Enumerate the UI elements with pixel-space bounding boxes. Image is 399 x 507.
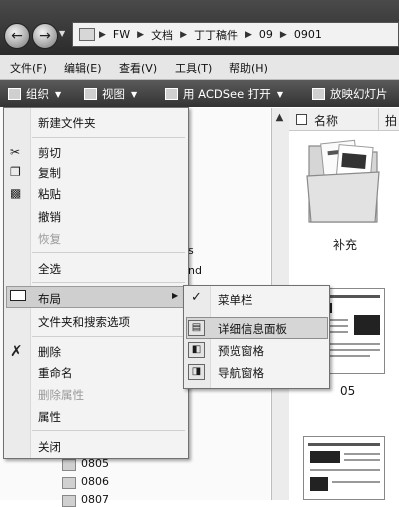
camera-icon bbox=[165, 88, 178, 100]
select-all-checkbox[interactable] bbox=[296, 114, 307, 125]
menu-item-paste[interactable]: 粘贴 bbox=[38, 186, 61, 202]
menu-item-properties[interactable]: 属性 bbox=[38, 409, 61, 425]
organize-button[interactable]: 组织 ▼ bbox=[8, 86, 61, 102]
menu-item-close[interactable]: 关闭 bbox=[38, 439, 61, 455]
details-pane-icon: ▤ bbox=[188, 320, 205, 336]
nav-folder-0806[interactable]: 0806 bbox=[81, 475, 109, 488]
menu-help[interactable]: 帮助(H) bbox=[229, 60, 268, 76]
chevron-right-icon[interactable]: ▶ bbox=[137, 30, 144, 40]
menu-edit[interactable]: 编辑(E) bbox=[64, 60, 102, 76]
column-divider[interactable] bbox=[378, 108, 379, 130]
breadcrumb-09[interactable]: 09 bbox=[259, 28, 273, 41]
folder-icon bbox=[62, 459, 76, 471]
menu-item-select-all[interactable]: 全选 bbox=[38, 261, 61, 277]
menu-item-new-folder[interactable]: 新建文件夹 bbox=[38, 115, 96, 131]
folder-thumbnail-icon[interactable] bbox=[303, 136, 383, 228]
checkmark-icon: ✓ bbox=[191, 290, 202, 305]
menu-tools[interactable]: 工具(T) bbox=[175, 60, 212, 76]
command-toolbar: 组织 ▼ 视图 ▼ 用 ACDSee 打开 ▼ 放映幻灯片 bbox=[0, 80, 399, 107]
menu-item-highlight bbox=[6, 286, 186, 308]
menu-item-delete[interactable]: 删除 bbox=[38, 344, 61, 360]
delete-x-icon: ✗ bbox=[10, 342, 23, 360]
menu-bar: 文件(F) 编辑(E) 查看(V) 工具(T) 帮助(H) bbox=[0, 55, 399, 80]
menu-item-layout[interactable]: 布局 bbox=[38, 291, 61, 307]
menu-icon-gutter bbox=[4, 108, 31, 458]
forward-button[interactable]: → bbox=[32, 23, 58, 49]
menu-separator bbox=[32, 252, 185, 253]
menu-separator bbox=[32, 282, 185, 283]
breadcrumb-fw[interactable]: FW bbox=[113, 28, 130, 41]
thumbnail-label[interactable]: 05 bbox=[340, 384, 355, 398]
breadcrumb-docs[interactable]: 文档 bbox=[151, 27, 173, 43]
menu-item-cut[interactable]: 剪切 bbox=[38, 145, 61, 161]
scissors-icon: ✂ bbox=[10, 145, 21, 159]
folder-label[interactable]: 补充 bbox=[333, 236, 357, 253]
organize-label: 组织 bbox=[26, 87, 49, 101]
chevron-down-icon: ▼ bbox=[276, 89, 283, 99]
open-with-acdsee-button[interactable]: 用 ACDSee 打开 ▼ bbox=[165, 86, 283, 102]
forward-arrow-icon: → bbox=[39, 28, 51, 44]
folder-icon bbox=[62, 495, 76, 507]
paste-icon: ▩ bbox=[10, 186, 22, 200]
image-thumbnail[interactable] bbox=[303, 436, 385, 500]
menu-separator bbox=[32, 336, 185, 337]
submenu-item-menu-bar[interactable]: 菜单栏 bbox=[218, 292, 253, 308]
back-button[interactable]: ← bbox=[4, 23, 30, 49]
slideshow-label: 放映幻灯片 bbox=[330, 87, 388, 101]
scroll-up-arrow-icon[interactable]: ▲ bbox=[271, 112, 288, 123]
submenu-item-details-pane[interactable]: 详细信息面板 bbox=[218, 321, 287, 337]
menu-file[interactable]: 文件(F) bbox=[10, 60, 47, 76]
slideshow-icon bbox=[312, 88, 325, 100]
menu-item-redo: 恢复 bbox=[38, 232, 61, 246]
layout-icon bbox=[10, 290, 26, 301]
preview-pane-icon: ◧ bbox=[188, 342, 205, 358]
menu-view[interactable]: 查看(V) bbox=[119, 60, 157, 76]
submenu-arrow-icon: ▶ bbox=[172, 291, 179, 300]
column-name-header[interactable]: 名称 bbox=[314, 112, 338, 129]
chevron-down-icon: ▼ bbox=[131, 89, 138, 99]
submenu-item-navigation-pane[interactable]: 导航窗格 bbox=[218, 365, 264, 381]
nav-item-partial[interactable]: nd bbox=[188, 264, 202, 277]
menu-item-copy[interactable]: 复制 bbox=[38, 165, 61, 181]
open-with-label: 用 ACDSee 打开 bbox=[183, 87, 271, 101]
recent-pages-dropdown-icon[interactable]: ▼ bbox=[59, 29, 65, 38]
folder-icon bbox=[62, 477, 76, 489]
folder-icon bbox=[79, 28, 95, 41]
address-bar[interactable]: ▶ FW ▶ 文档 ▶ 丁丁稿件 ▶ 09 ▶ 0901 bbox=[72, 22, 399, 47]
menu-item-rename[interactable]: 重命名 bbox=[38, 365, 73, 381]
breadcrumb-0901[interactable]: 0901 bbox=[294, 28, 322, 41]
view-icon bbox=[84, 88, 97, 100]
chevron-down-icon: ▼ bbox=[55, 89, 62, 99]
slideshow-button[interactable]: 放映幻灯片 bbox=[312, 86, 388, 102]
menu-item-undo[interactable]: 撤销 bbox=[38, 209, 61, 225]
chevron-right-icon[interactable]: ▶ bbox=[280, 30, 287, 40]
view-label: 视图 bbox=[102, 87, 125, 101]
menu-separator bbox=[32, 430, 185, 431]
column-date-header[interactable]: 拍 bbox=[385, 112, 397, 129]
submenu-item-preview-pane[interactable]: 预览窗格 bbox=[218, 343, 264, 359]
organize-icon bbox=[8, 88, 21, 100]
copy-icon: ❐ bbox=[10, 165, 21, 179]
breadcrumb-manuscripts[interactable]: 丁丁稿件 bbox=[194, 27, 238, 43]
chevron-right-icon[interactable]: ▶ bbox=[245, 30, 252, 40]
view-button[interactable]: 视图 ▼ bbox=[84, 86, 137, 102]
navigation-pane-icon: ◨ bbox=[188, 364, 205, 380]
menu-item-remove-properties: 删除属性 bbox=[38, 388, 84, 402]
back-arrow-icon: ← bbox=[11, 28, 23, 44]
menu-separator bbox=[32, 137, 185, 138]
chevron-right-icon[interactable]: ▶ bbox=[180, 30, 187, 40]
chevron-right-icon[interactable]: ▶ bbox=[99, 30, 106, 40]
menu-item-folder-options[interactable]: 文件夹和搜索选项 bbox=[38, 314, 130, 330]
